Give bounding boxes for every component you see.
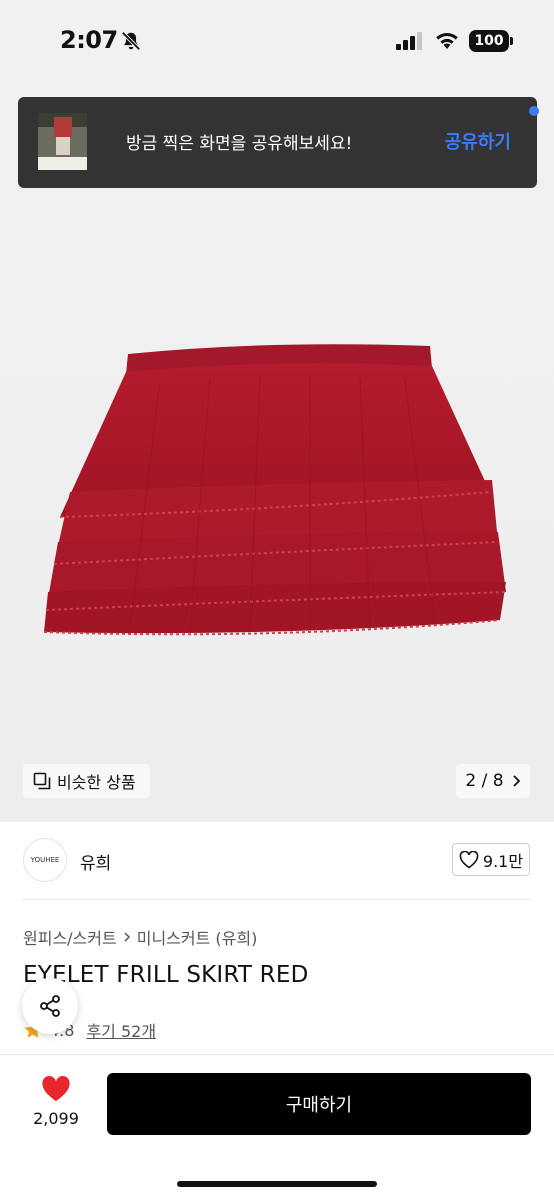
buy-button[interactable]: 구매하기 [107, 1073, 531, 1135]
brand-logo[interactable]: YOUHEE [23, 838, 67, 882]
notification-dot [529, 106, 539, 116]
copy-icon [33, 772, 51, 790]
toast-message: 방금 찍은 화면을 공유해보세요! [126, 134, 353, 154]
brand-logo-text: YOUHEE [30, 856, 60, 864]
status-bar: 2:07 100 [0, 0, 554, 84]
bell-muted-icon [121, 31, 141, 51]
wishlist-button[interactable]: 2,099 [24, 1076, 88, 1128]
review-link[interactable]: 후기 52개 [86, 1018, 156, 1042]
chevron-right-icon [512, 775, 520, 787]
share-toast: 방금 찍은 화면을 공유해보세요! 공유하기 [18, 97, 537, 188]
share-action-button[interactable]: 공유하기 [445, 128, 511, 154]
skirt-photo [43, 344, 507, 636]
breadcrumb-category[interactable]: 원피스/스커트 [23, 925, 117, 949]
brand-name[interactable]: 유희 [80, 849, 111, 874]
image-page-indicator[interactable]: 2 / 8 [456, 764, 530, 798]
heart-filled-icon [42, 1076, 70, 1101]
similar-products-button[interactable]: 비슷한 상품 [23, 764, 150, 798]
heart-outline-icon [459, 850, 479, 868]
brand-like-count: 9.1만 [482, 851, 524, 871]
wifi-icon [436, 32, 458, 49]
home-indicator [177, 1181, 377, 1187]
share-button[interactable] [22, 978, 78, 1034]
screenshot-thumbnail[interactable] [38, 113, 87, 170]
breadcrumb-subcategory[interactable]: 미니스커트 (유희) [137, 925, 258, 949]
page-indicator-text: 2 / 8 [465, 771, 504, 791]
status-time: 2:07 [60, 26, 118, 54]
brand-like-button[interactable]: 9.1만 [452, 843, 530, 876]
divider [23, 899, 530, 900]
battery-tip [510, 37, 513, 45]
similar-products-label: 비슷한 상품 [57, 773, 136, 792]
battery-level: 100 [474, 33, 504, 49]
chevron-right-icon [124, 932, 130, 942]
wishlist-count: 2,099 [33, 1109, 79, 1128]
product-image[interactable] [0, 84, 554, 822]
signal-icon [396, 32, 422, 50]
breadcrumb: 원피스/스커트 미니스커트 (유희) [23, 925, 257, 949]
battery-indicator: 100 [469, 30, 509, 52]
share-icon [40, 995, 60, 1017]
